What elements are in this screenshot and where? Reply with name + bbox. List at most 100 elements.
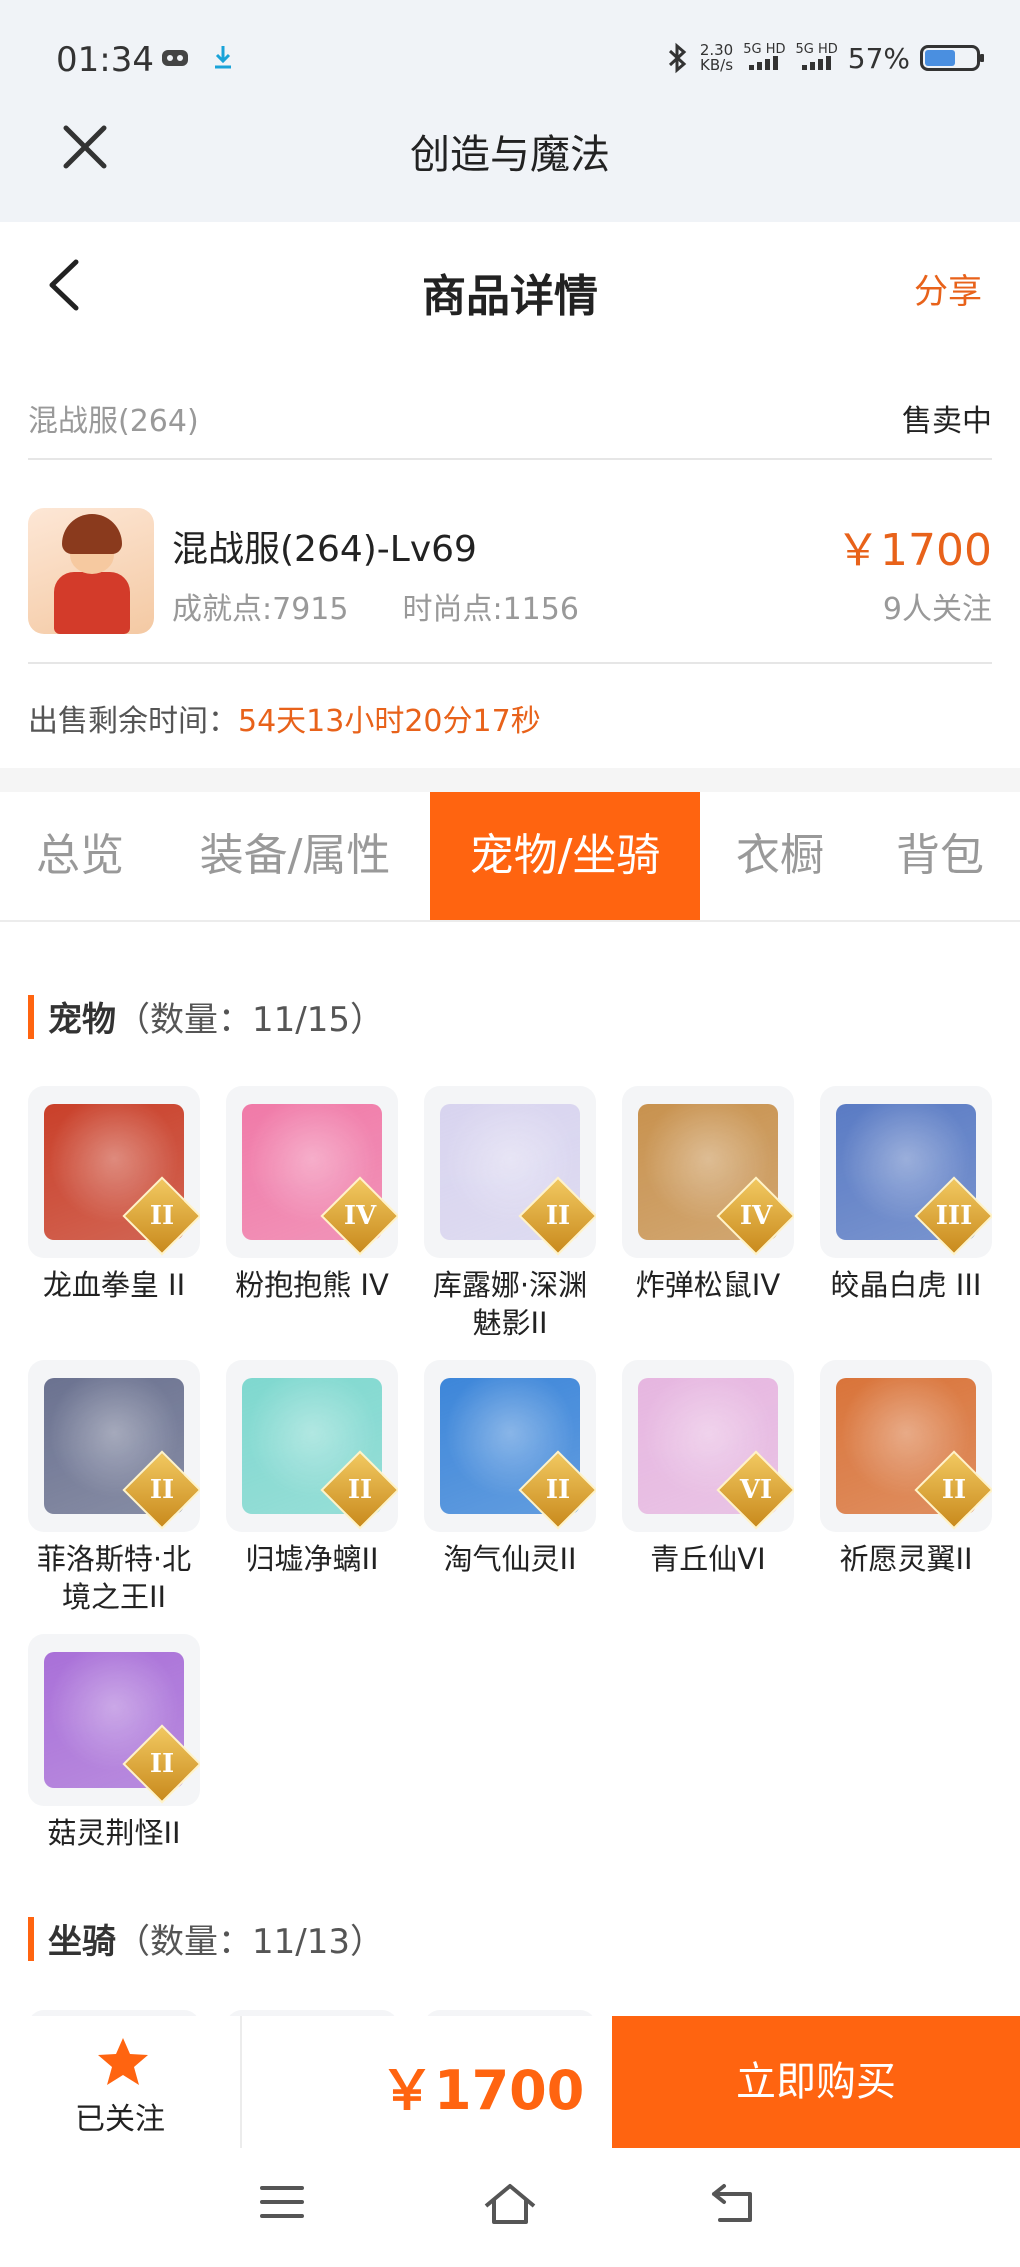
pet-rank: II [149,1749,175,1779]
pet-image: II [820,1360,992,1532]
item-summary[interactable]: 混战服(264)-Lv69 成就点:7915 时尚点:1156 ￥1700 9人关… [28,484,992,664]
pet-card[interactable]: II 库露娜·深渊魅影II [424,1086,596,1342]
pet-image: IV [226,1086,398,1258]
game-controller-icon [162,50,188,66]
pet-card[interactable]: III 皎晶白虎 III [820,1086,992,1304]
mounts-section-header: 坐骑（数量：11/13） [28,1914,384,1963]
home-icon[interactable] [482,2182,538,2226]
pet-image: II [28,1634,200,1806]
pet-card[interactable]: VI 青丘仙VI [622,1360,794,1578]
item-title: 混战服(264)-Lv69 [172,529,477,570]
item-meta: 成就点:7915 时尚点:1156 [172,584,579,628]
menu-icon[interactable] [258,2182,306,2222]
mounts-count: （数量：11/13） [116,1922,384,1962]
pet-card[interactable]: IV 炸弹松鼠IV [622,1086,794,1304]
sale-status: 售卖中 [902,404,992,439]
nav-bar: 商品详情 分享 [0,222,1020,348]
pet-name: 皎晶白虎 III [830,1268,982,1302]
section-divider [0,768,1020,792]
remaining-label: 出售剩余时间： [28,704,238,739]
sim1-signal: 5G HD [743,43,786,73]
pet-card[interactable]: II 菇灵荆怪II [28,1634,200,1852]
bottom-price: ￥1700 [380,2059,585,2122]
pet-card[interactable]: II 菲洛斯特·北境之王II [28,1360,200,1616]
mounts-title: 坐骑 [48,1922,116,1962]
pet-image: II [28,1360,200,1532]
pet-rank: IV [739,1201,773,1231]
tab-pets-mounts[interactable]: 宠物/坐骑 [430,792,700,920]
pet-card[interactable]: II 淘气仙灵II [424,1360,596,1578]
app-bar: 创造与魔法 [0,96,1020,222]
character-avatar [28,508,154,634]
signal-icon [749,56,779,70]
pets-count: （数量：11/15） [116,1000,384,1040]
fashion-points: 时尚点:1156 [402,592,579,627]
status-indicators: 2.30 KB/s 5G HD 5G HD 57% [664,38,984,78]
pet-image: II [226,1360,398,1532]
remaining-time: 出售剩余时间：54天13小时20分17秒 [28,696,541,740]
pet-name: 菲洛斯特·北境之王II [36,1542,192,1614]
remaining-value: 54天13小时20分17秒 [238,704,541,739]
bottom-action-bar: 已关注 ￥1700 立即购买 [0,2016,1020,2148]
accent-bar [28,1916,34,1961]
system-nav-bar [0,2148,1020,2267]
pet-card[interactable]: II 祈愿灵翼II [820,1360,992,1578]
pet-name: 祈愿灵翼II [839,1542,973,1576]
pet-name: 库露娜·深渊魅影II [432,1268,588,1340]
pet-rank: IV [343,1201,377,1231]
pet-name: 青丘仙VI [650,1542,766,1576]
bluetooth-icon [668,42,687,74]
buy-now-button[interactable]: 立即购买 [612,2016,1020,2148]
pet-rank: II [149,1201,175,1231]
server-row: 混战服(264) 售卖中 [28,378,992,460]
pet-image: II [28,1086,200,1258]
tab-equipment[interactable]: 装备/属性 [175,792,415,920]
pet-rank: II [149,1475,175,1505]
page-title: 商品详情 [422,271,598,322]
star-icon [98,2038,148,2085]
sim2-signal: 5G HD [796,43,838,73]
accent-bar [28,994,34,1039]
pet-name: 菇灵荆怪II [47,1816,181,1850]
tab-backpack[interactable]: 背包 [870,792,1010,920]
tab-wardrobe[interactable]: 衣橱 [715,792,845,920]
pet-image: II [424,1086,596,1258]
follow-button[interactable]: 已关注 [0,2016,242,2148]
app-title: 创造与魔法 [410,132,610,178]
follow-label: 已关注 [75,2102,165,2137]
signal-icon [801,56,831,70]
pet-rank: II [347,1475,373,1505]
pet-image: II [424,1360,596,1532]
server-name: 混战服(264) [28,404,199,439]
tab-bar: 总览 装备/属性 宠物/坐骑 衣橱 背包 [0,792,1020,922]
pet-card[interactable]: II 龙血拳皇 II [28,1086,200,1304]
share-button[interactable]: 分享 [914,264,982,313]
pet-image: IV [622,1086,794,1258]
watcher-count: 9人关注 [882,592,992,627]
pet-image: III [820,1086,992,1258]
pet-card[interactable]: II 归墟净螭II [226,1360,398,1578]
download-icon [215,46,231,69]
net-speed: 2.30 KB/s [699,41,734,74]
pet-rank: II [545,1201,571,1231]
pet-name: 龙血拳皇 II [42,1268,186,1302]
pet-card[interactable]: IV 粉抱抱熊 IV [226,1086,398,1304]
tab-overview[interactable]: 总览 [0,792,160,920]
item-price: ￥1700 [836,525,992,576]
pet-rank: VI [739,1475,773,1505]
back-icon[interactable] [710,2182,758,2226]
pet-name: 粉抱抱熊 IV [235,1268,389,1302]
achievement-points: 成就点:7915 [172,592,349,627]
pet-image: VI [622,1360,794,1532]
pet-name: 淘气仙灵II [443,1542,577,1576]
pet-rank: III [935,1201,973,1231]
battery-percent: 57% [847,41,910,75]
battery-icon [920,45,984,71]
pets-title: 宠物 [48,1000,116,1040]
pet-rank: II [941,1475,967,1505]
status-time: 01:34 [56,40,154,80]
pet-name: 炸弹松鼠IV [635,1268,781,1302]
pets-section-header: 宠物（数量：11/15） [28,992,384,1041]
pet-name: 归墟净螭II [245,1542,379,1576]
pet-rank: II [545,1475,571,1505]
